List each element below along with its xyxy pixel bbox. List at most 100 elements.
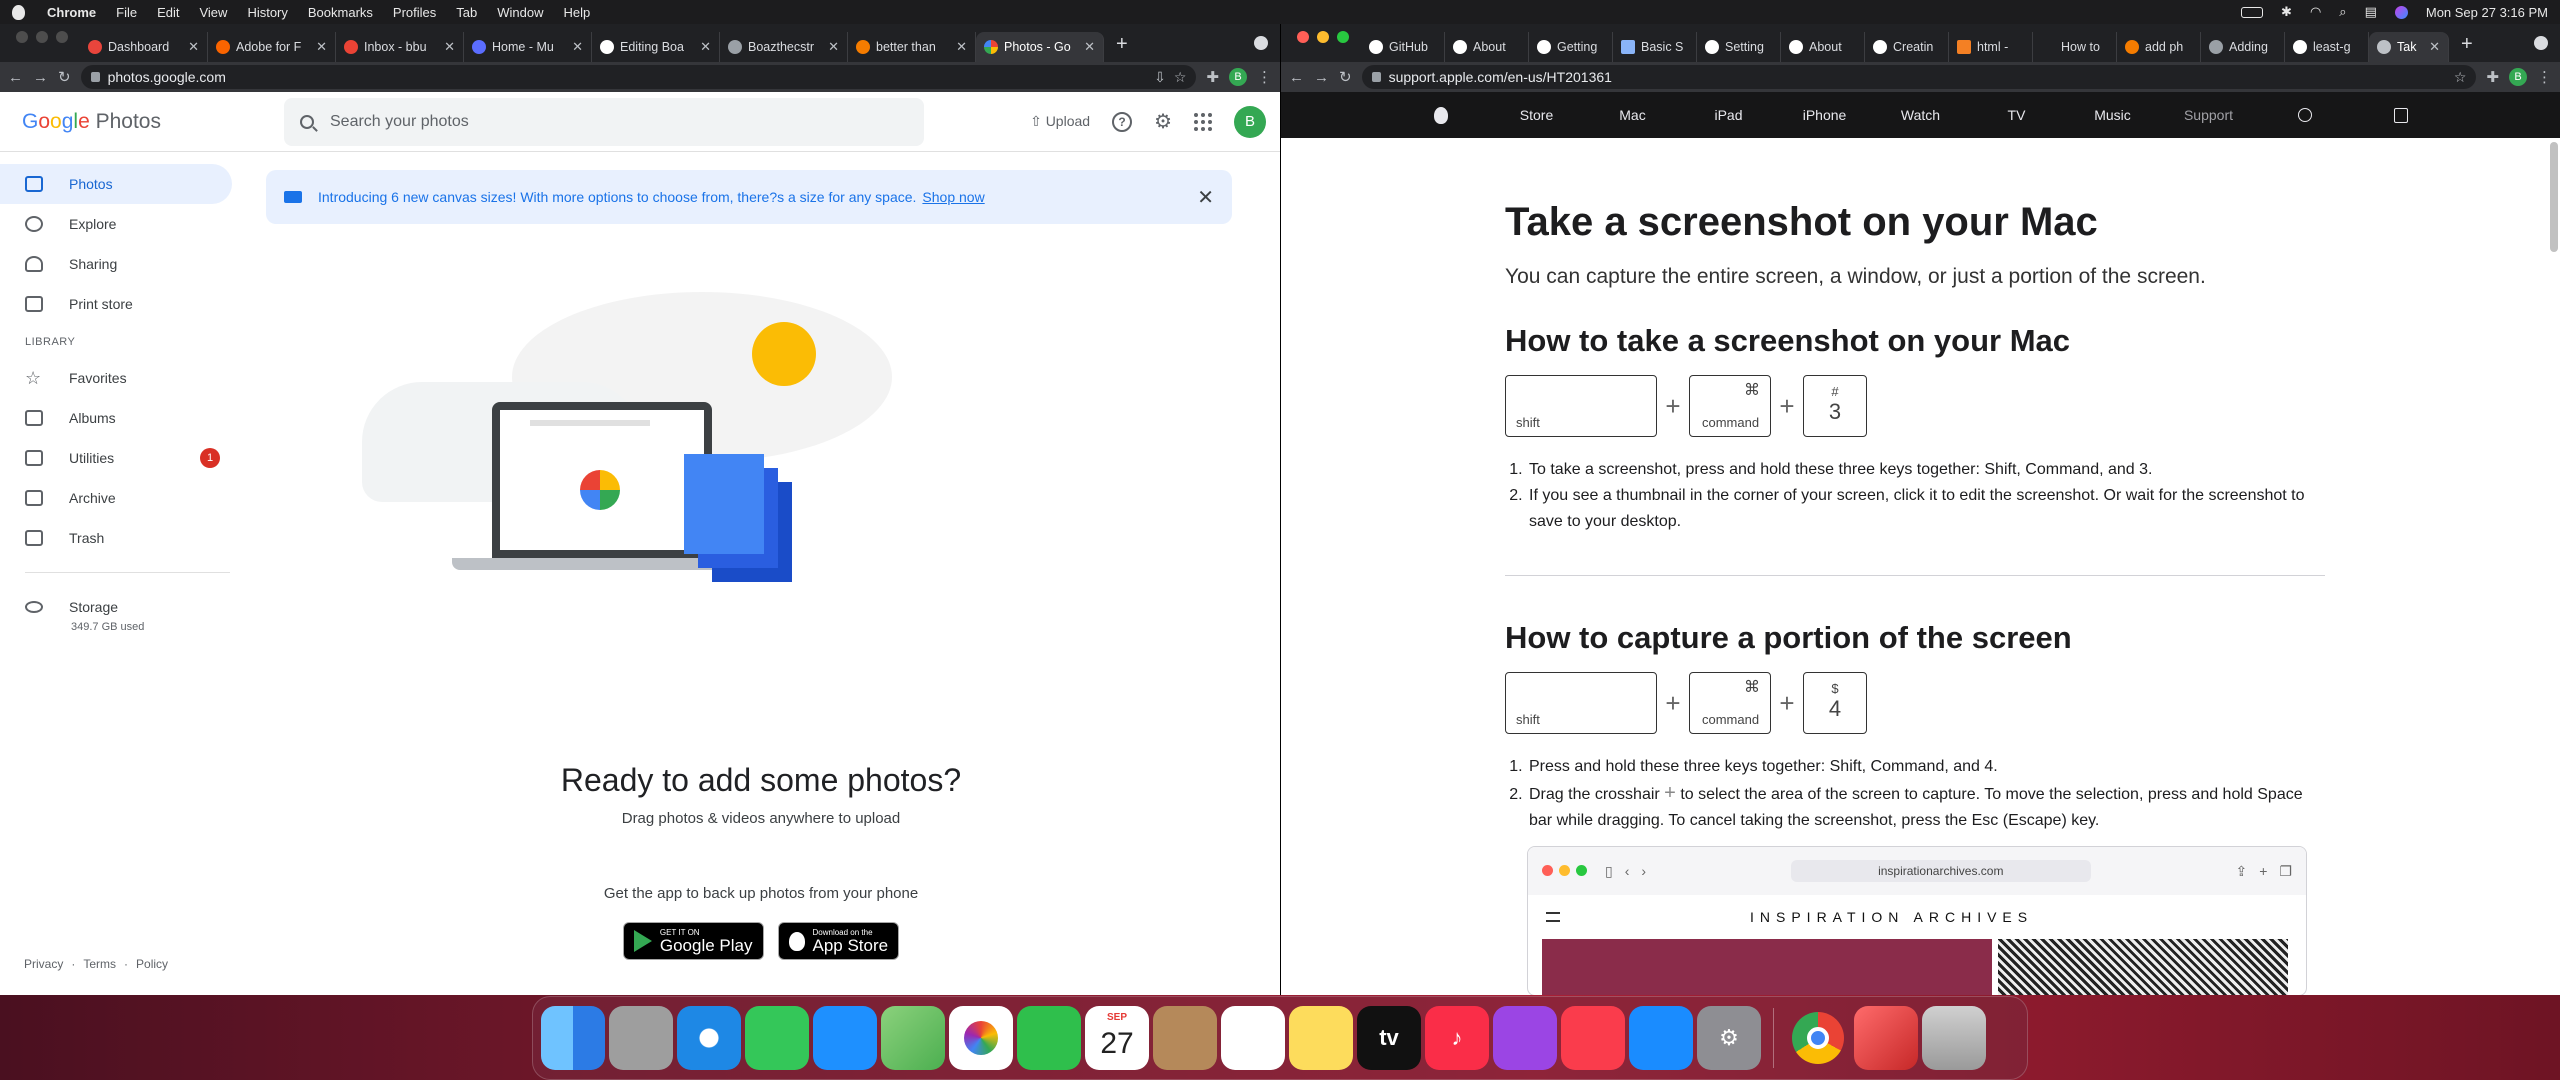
nav-watch[interactable]: Watch [1873,107,1969,123]
close-tab-icon[interactable]: ✕ [316,39,327,55]
maps-icon[interactable] [881,1006,945,1070]
tab-gmail[interactable]: Inbox - bbu ✕ [336,32,464,62]
messages-icon[interactable] [745,1006,809,1070]
tab-adding[interactable]: Adding [2201,32,2285,62]
close-tab-icon[interactable]: ✕ [2429,39,2440,55]
close-window-button[interactable] [16,31,28,43]
google-photos-logo[interactable]: Google Photos [22,110,262,134]
tab-setting[interactable]: Setting [1697,32,1781,62]
zoom-window-button[interactable] [1337,31,1349,43]
google-play-button[interactable]: GET IT ON Google Play [622,922,764,960]
nav-support[interactable]: Support [2161,107,2257,123]
menu-profiles[interactable]: Profiles [393,5,436,20]
back-icon[interactable]: ← [1289,69,1304,86]
tab-about[interactable]: About [1445,32,1529,62]
account-avatar[interactable]: B [1234,105,1266,138]
news-icon[interactable] [1561,1006,1625,1070]
close-tab-icon[interactable]: ✕ [700,39,711,55]
finder-icon[interactable] [541,1006,605,1070]
menu-edit[interactable]: Edit [157,5,179,20]
launchpad-icon[interactable] [609,1006,673,1070]
nav-iphone[interactable]: iPhone [1777,107,1873,123]
menu-history[interactable]: History [247,5,287,20]
nav-mac[interactable]: Mac [1585,107,1681,123]
close-tab-icon[interactable]: ✕ [188,39,199,55]
tab-dashboard[interactable]: Dashboard ✕ [80,32,208,62]
upload-button[interactable]: ⇧ Upload [1030,113,1090,130]
reload-icon[interactable]: ↻ [1339,68,1352,86]
nav-store[interactable]: Store [1489,107,1585,123]
photos-icon[interactable] [949,1006,1013,1070]
sidebar-item-explore[interactable]: Explore [0,204,232,244]
address-bar[interactable]: photos.google.com ⇩ ☆ [80,65,1197,89]
tab-search-icon[interactable] [2534,36,2548,50]
shop-now-link[interactable]: Shop now [922,189,984,205]
tab-search-icon[interactable] [1254,36,1268,50]
safari-icon[interactable] [677,1006,741,1070]
privacy-link[interactable]: Privacy [24,957,63,971]
tab-least[interactable]: least-g [2285,32,2369,62]
reload-icon[interactable]: ↻ [58,68,71,86]
tab-getting[interactable]: Getting [1529,32,1613,62]
app-store-icon[interactable] [1629,1006,1693,1070]
apps-grid-icon[interactable] [1194,112,1212,131]
trash-icon[interactable] [1922,1006,1986,1070]
profile-avatar[interactable]: B [1229,68,1247,86]
tab-apple-support[interactable]: Tak ✕ [2369,32,2449,62]
apple-menu-icon[interactable] [12,4,25,20]
zoom-window-button[interactable] [56,31,68,43]
tab-boazthecstr[interactable]: Boazthecstr ✕ [720,32,848,62]
tab-google-photos[interactable]: Photos - Go ✕ [976,32,1104,62]
menu-app-name[interactable]: Chrome [47,5,96,20]
terms-link[interactable]: Terms [83,957,116,971]
extensions-icon[interactable]: ✚ [2486,68,2499,86]
contacts-icon[interactable] [1153,1006,1217,1070]
close-tab-icon[interactable]: ✕ [956,39,967,55]
back-icon[interactable]: ← [8,69,23,86]
chrome-icon[interactable] [1786,1006,1850,1070]
nav-tv[interactable]: TV [1969,107,2065,123]
nav-ipad[interactable]: iPad [1681,107,1777,123]
menu-file[interactable]: File [116,5,137,20]
system-preferences-icon[interactable]: ⚙ [1697,1006,1761,1070]
tab-add-ph[interactable]: add ph [2117,32,2201,62]
spotlight-icon[interactable]: ⌕ [2339,4,2346,20]
shopping-bag-icon[interactable] [2393,107,2408,123]
music-icon[interactable]: ♪ [1425,1006,1489,1070]
calendar-icon[interactable]: SEP 27 [1085,1006,1149,1070]
apple-logo-icon[interactable] [1433,106,1448,124]
notes-icon[interactable] [1289,1006,1353,1070]
minimize-window-button[interactable] [36,31,48,43]
policy-link[interactable]: Policy [136,957,168,971]
extensions-icon[interactable]: ✚ [1206,68,1219,86]
address-bar[interactable]: support.apple.com/en-us/HT201361 ☆ [1361,65,2477,89]
app-store-button[interactable]: Download on the App Store [777,922,900,960]
tab-adobe[interactable]: Adobe for F ✕ [208,32,336,62]
settings-gear-icon[interactable]: ⚙ [1154,109,1172,134]
reminders-icon[interactable] [1221,1006,1285,1070]
control-center-icon[interactable]: ▤ [2365,4,2377,20]
sidebar-item-favorites[interactable]: ☆ Favorites [0,358,232,398]
chrome-menu-icon[interactable]: ⋮ [1257,68,1272,86]
siri-icon[interactable] [2394,5,2408,19]
menu-window[interactable]: Window [497,5,543,20]
podcasts-icon[interactable] [1493,1006,1557,1070]
sidebar-item-print-store[interactable]: Print store [0,284,232,324]
menu-clock[interactable]: Mon Sep 27 3:16 PM [2426,5,2548,20]
sidebar-item-trash[interactable]: Trash [0,518,232,558]
profile-avatar[interactable]: B [2509,68,2527,86]
tab-about-2[interactable]: About [1781,32,1865,62]
sidebar-item-utilities[interactable]: Utilities 1 [0,438,232,478]
nav-music[interactable]: Music [2065,107,2161,123]
forward-icon[interactable]: → [33,69,48,86]
sidebar-item-sharing[interactable]: Sharing [0,244,232,284]
close-tab-icon[interactable]: ✕ [444,39,455,55]
sidebar-item-archive[interactable]: Archive [0,478,232,518]
tab-home[interactable]: Home - Mu ✕ [464,32,592,62]
apple-tv-icon[interactable]: tv [1357,1006,1421,1070]
tab-how-to[interactable]: How to [2033,32,2117,62]
bookmark-star-icon[interactable]: ☆ [2454,69,2467,86]
close-tab-icon[interactable]: ✕ [1084,39,1095,55]
menu-help[interactable]: Help [564,5,591,20]
tab-basic[interactable]: Basic S [1613,32,1697,62]
